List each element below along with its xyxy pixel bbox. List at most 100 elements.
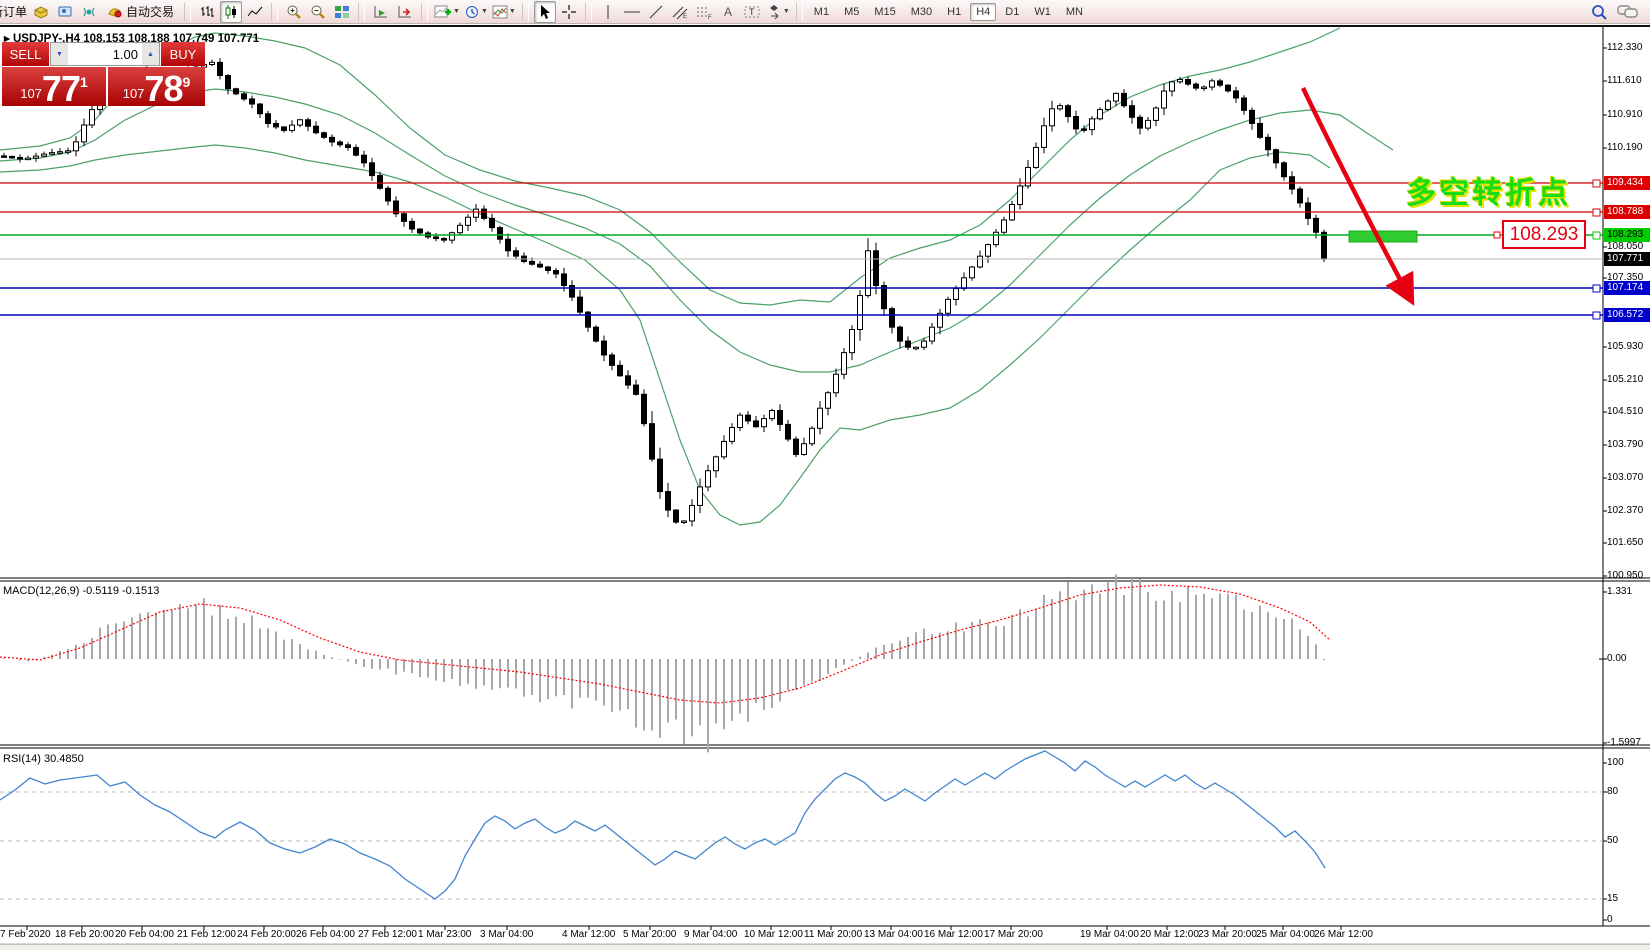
candle-body: [1170, 82, 1175, 91]
templates-icon[interactable]: ▼: [491, 1, 517, 23]
candle-body: [954, 289, 959, 300]
candle-body: [402, 214, 407, 222]
trendline-tool-icon[interactable]: [645, 1, 667, 23]
toolbar: 新订单 自动交易 ▼ ▼ ▼ E F A T ▼ M1M5M15M30H1H4D…: [0, 0, 1650, 24]
candle-body: [1018, 186, 1023, 205]
auto-scroll-icon[interactable]: [370, 1, 392, 23]
periods-icon[interactable]: ▼: [463, 1, 489, 23]
tile-windows-icon[interactable]: [331, 1, 353, 23]
line-anchor-square[interactable]: [1593, 209, 1600, 216]
volume-decrease-button[interactable]: ▼: [51, 43, 68, 65]
tf-button-M15[interactable]: M15: [868, 3, 901, 21]
zoom-out-icon[interactable]: [307, 1, 329, 23]
market-watch-icon[interactable]: [54, 1, 76, 23]
price-tag-anchor[interactable]: [1494, 232, 1500, 238]
candle-body: [1114, 93, 1119, 101]
candle-body: [1314, 218, 1319, 232]
candle-body: [914, 347, 919, 349]
one-click-trade-panel: SELL ▼ 1.00 ▲ BUY 107 77 1 107 78 9: [2, 42, 205, 106]
bar-chart-mode-icon[interactable]: [196, 1, 218, 23]
line-anchor-square[interactable]: [1593, 285, 1600, 292]
macd-signal-line: [0, 585, 1330, 703]
candle-body: [858, 296, 863, 330]
chat-icon[interactable]: [1616, 1, 1640, 23]
buy-button[interactable]: BUY: [160, 42, 205, 66]
arrows-tool-icon[interactable]: ▼: [765, 1, 791, 23]
zoom-in-icon[interactable]: [283, 1, 305, 23]
candle-body: [810, 428, 815, 443]
price-axis-label: 100.950: [1607, 569, 1650, 583]
candle-body: [1154, 108, 1159, 120]
cursor-tool-icon[interactable]: [534, 1, 556, 23]
gold-box-icon[interactable]: [30, 1, 52, 23]
support-highlight-rect[interactable]: [1349, 231, 1417, 242]
candle-body: [674, 510, 679, 522]
crosshair-tool-icon[interactable]: [558, 1, 580, 23]
price-chart-svg[interactable]: [0, 25, 1650, 946]
candle-body: [434, 237, 439, 239]
dropdown-arrow-icon[interactable]: ▼: [453, 8, 460, 15]
candle-body: [82, 125, 87, 142]
horizontal-line-tool-icon[interactable]: [621, 1, 643, 23]
candle-chart-mode-icon[interactable]: [220, 1, 242, 23]
trend-arrow[interactable]: [1303, 88, 1410, 298]
tf-button-M5[interactable]: M5: [838, 3, 865, 21]
line-anchor-square[interactable]: [1593, 232, 1600, 239]
candle-body: [1202, 87, 1207, 89]
volume-input[interactable]: 1.00: [68, 47, 142, 62]
vertical-line-tool-icon[interactable]: [597, 1, 619, 23]
dropdown-arrow-icon[interactable]: ▼: [509, 8, 516, 15]
line-chart-mode-icon[interactable]: [244, 1, 266, 23]
rsi-line: [0, 751, 1325, 899]
candle-body: [802, 444, 807, 455]
candle-body: [418, 229, 423, 233]
line-anchor-square[interactable]: [1593, 312, 1600, 319]
dropdown-arrow-icon[interactable]: ▼: [783, 8, 790, 15]
price-axis-label: 102.370: [1607, 504, 1650, 518]
sell-price-prefix: 107: [20, 86, 42, 101]
dropdown-arrow-icon[interactable]: ▼: [481, 8, 488, 15]
chart-shift-icon[interactable]: [394, 1, 416, 23]
sell-button[interactable]: SELL: [2, 42, 50, 66]
text-tool-icon[interactable]: A: [717, 1, 739, 23]
bollinger-lower-band: [0, 145, 1330, 525]
candle-body: [1178, 79, 1183, 81]
candle-body: [738, 415, 743, 427]
time-axis-label: 3 Mar 04:00: [480, 929, 533, 940]
new-order-button[interactable]: 新订单: [0, 1, 28, 23]
search-icon[interactable]: [1588, 1, 1610, 23]
chart-annotation-text[interactable]: 多空转折点: [1406, 168, 1571, 212]
rsi-axis-label: 100: [1607, 756, 1650, 770]
candle-body: [466, 217, 471, 225]
tf-button-D1[interactable]: D1: [999, 3, 1025, 21]
macd-axis-label: -1.5997: [1607, 736, 1650, 750]
tf-button-M1[interactable]: M1: [808, 3, 835, 21]
candle-body: [1106, 101, 1111, 109]
time-axis-label: 26 Feb 04:00: [296, 929, 355, 940]
text-label-tool-icon[interactable]: T: [741, 1, 763, 23]
tf-button-H4[interactable]: H4: [970, 3, 996, 21]
signal-icon[interactable]: [78, 1, 100, 23]
tf-button-MN[interactable]: MN: [1060, 3, 1089, 21]
candle-body: [258, 104, 263, 114]
tf-button-W1[interactable]: W1: [1028, 3, 1057, 21]
tf-button-H1[interactable]: H1: [941, 3, 967, 21]
time-axis-label: 11 Mar 20:00: [804, 929, 862, 940]
price-tag-label[interactable]: 108.293: [1502, 220, 1586, 249]
price-axis-label: 110.190: [1607, 141, 1650, 155]
tf-button-M30[interactable]: M30: [905, 3, 938, 21]
sell-price-pip: 1: [80, 74, 88, 90]
autotrade-button[interactable]: 自动交易: [102, 1, 179, 23]
buy-price-prefix: 107: [123, 86, 145, 101]
channel-tool-icon[interactable]: E: [669, 1, 691, 23]
buy-price-button[interactable]: 107 78 9: [107, 67, 205, 106]
volume-increase-button[interactable]: ▲: [142, 43, 159, 65]
candle-body: [50, 153, 55, 155]
indicators-icon[interactable]: ▼: [433, 1, 461, 23]
candle-body: [330, 137, 335, 142]
candle-body: [922, 341, 927, 347]
line-anchor-square[interactable]: [1593, 180, 1600, 187]
buy-price-big: 78: [144, 74, 182, 104]
fibonacci-tool-icon[interactable]: F: [693, 1, 715, 23]
sell-price-button[interactable]: 107 77 1: [2, 67, 107, 106]
